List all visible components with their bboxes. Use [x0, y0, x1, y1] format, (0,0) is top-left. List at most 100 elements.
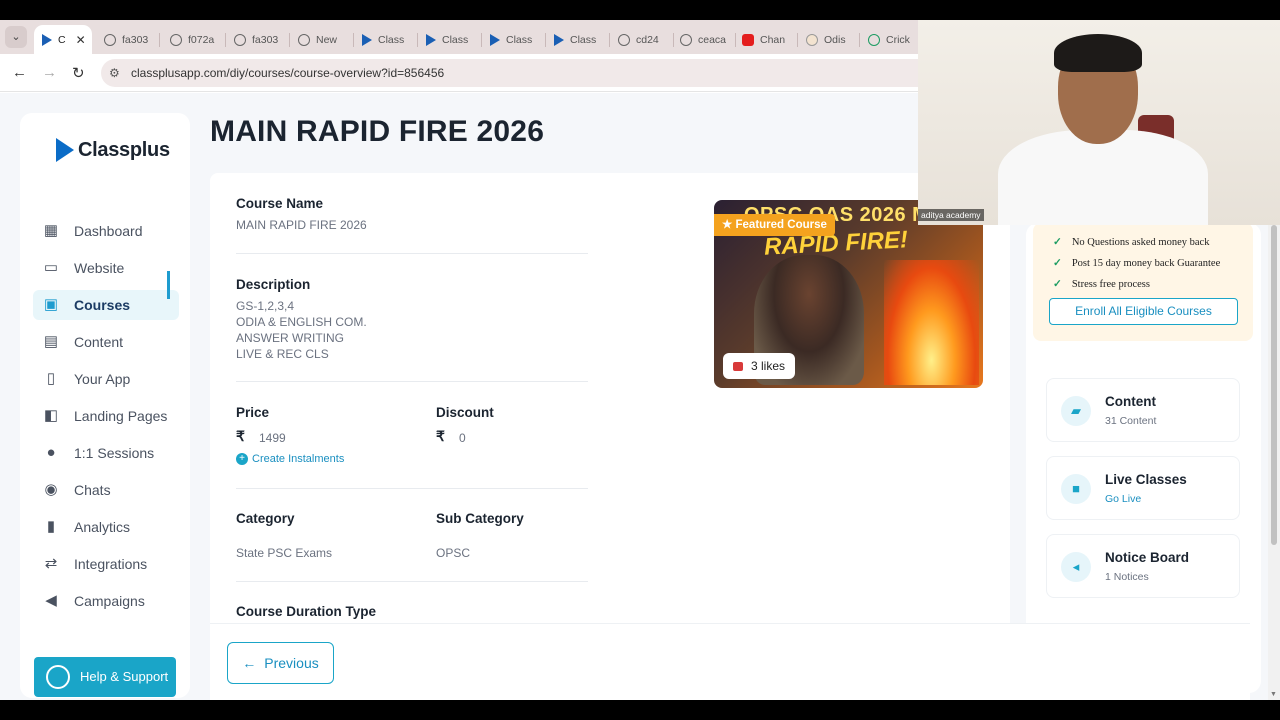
- tab-label: fa303: [122, 33, 149, 46]
- divider: [236, 581, 588, 582]
- sidebar-item-chats[interactable]: ◉ Chats: [33, 475, 179, 505]
- browser-tab[interactable]: fa303: [226, 25, 288, 54]
- browser-tab[interactable]: ceaca: [672, 25, 734, 54]
- browser-tab[interactable]: Chan: [734, 25, 796, 54]
- previous-button[interactable]: ← Previous: [227, 642, 334, 684]
- discount-label: Discount: [436, 405, 494, 420]
- go-live-link[interactable]: Go Live: [1105, 493, 1141, 505]
- address-bar[interactable]: ⚙ classplusapp.com/diy/courses/course-ov…: [101, 59, 918, 87]
- price-label: Price: [236, 405, 270, 420]
- category-value: State PSC Exams: [236, 546, 333, 560]
- sidebar-item-content[interactable]: ▤ Content: [33, 327, 179, 357]
- tab-label: Class: [506, 33, 533, 46]
- scroll-down-arrow-icon[interactable]: ▼: [1270, 691, 1277, 698]
- live-classes-card[interactable]: ■ Live Classes Go Live: [1046, 456, 1240, 520]
- course-thumbnail[interactable]: OPSC OAS 2026 MAINS RAPID FIRE! ★ Featur…: [714, 200, 983, 388]
- url-text[interactable]: classplusapp.com/diy/courses/course-over…: [131, 66, 444, 80]
- site-info-icon[interactable]: ⚙: [109, 66, 120, 80]
- classplus-icon: [554, 33, 564, 46]
- browser-tab[interactable]: New: [290, 25, 352, 54]
- category-label: Category: [236, 511, 295, 526]
- browser-tab[interactable]: Class: [546, 25, 608, 54]
- browser-tab[interactable]: cd24: [610, 25, 672, 54]
- integrations-icon: ⇄: [44, 555, 58, 572]
- headset-icon: [46, 665, 70, 689]
- content-card[interactable]: ▰ Content 31 Content: [1046, 378, 1240, 442]
- forward-arrow-icon[interactable]: →: [42, 64, 57, 81]
- screen: ⌄ C ✕ fa303 f072a fa303 New Class Class …: [0, 0, 1280, 720]
- cricbuzz-icon: [868, 33, 880, 46]
- footer-bar: ← Previous: [210, 623, 1250, 700]
- sidebar-item-sessions[interactable]: ● 1:1 Sessions: [33, 438, 179, 468]
- enroll-all-button[interactable]: Enroll All Eligible Courses: [1049, 298, 1238, 325]
- classplus-logo[interactable]: Classplus: [56, 138, 170, 162]
- browser-tab-active[interactable]: C ✕: [34, 25, 92, 54]
- tab-label: Crick: [886, 33, 910, 46]
- top-letterbox: [0, 0, 1280, 20]
- page-title: MAIN RAPID FIRE 2026: [210, 115, 545, 148]
- sub-category-label: Sub Category: [436, 511, 524, 526]
- browser-tab[interactable]: fa303: [96, 25, 158, 54]
- back-arrow-icon[interactable]: ←: [12, 64, 27, 81]
- tab-search-button[interactable]: ⌄: [5, 26, 27, 48]
- promo-line: ✓ Post 15 day money back Guarantee: [1053, 258, 1221, 269]
- tab-label: ceaca: [698, 33, 727, 46]
- help-support-button[interactable]: Help & Support: [34, 657, 176, 697]
- presenter-shirt: [998, 130, 1208, 225]
- webcam-label: aditya academy: [918, 209, 984, 221]
- browser-tab[interactable]: Class: [418, 25, 480, 54]
- divider: [236, 488, 588, 489]
- sessions-icon: ●: [46, 444, 56, 461]
- scrollbar-thumb[interactable]: [1271, 225, 1277, 545]
- course-name-value: MAIN RAPID FIRE 2026: [236, 218, 367, 232]
- globe-icon: [170, 33, 182, 46]
- browser-tab[interactable]: Crick: [860, 25, 918, 54]
- speaker-icon: ◂: [1061, 552, 1091, 582]
- sidebar-item-analytics[interactable]: ▮ Analytics: [33, 512, 179, 542]
- globe-icon: [298, 33, 310, 46]
- promo-line: ✓ No Questions asked money back: [1053, 237, 1210, 248]
- landing-pages-icon: ◧: [43, 407, 59, 424]
- tab-label: Class: [570, 33, 597, 46]
- sidebar-item-dashboard[interactable]: ▦ Dashboard: [33, 216, 179, 246]
- money-back-promo: ✓ No Questions asked money back ✓ Post 15 …: [1033, 223, 1253, 341]
- notice-board-card[interactable]: ◂ Notice Board 1 Notices: [1046, 534, 1240, 598]
- likes-badge[interactable]: 3 likes: [723, 353, 796, 379]
- sidebar-item-integrations[interactable]: ⇄ Integrations: [33, 549, 179, 579]
- courses-icon: ▣: [43, 296, 59, 313]
- check-icon: ✓: [1053, 237, 1062, 248]
- folder-icon: ▰: [1061, 396, 1091, 426]
- classplus-icon: [362, 33, 372, 46]
- divider: [236, 381, 588, 382]
- browser-tab[interactable]: Odis: [798, 25, 860, 54]
- website-icon: ▭: [43, 259, 59, 276]
- sidebar-item-website[interactable]: ▭ Website: [33, 253, 179, 283]
- chats-icon: ◉: [44, 481, 58, 498]
- sidebar-item-campaigns[interactable]: ◀ Campaigns: [33, 586, 179, 616]
- browser-tab[interactable]: Class: [354, 25, 416, 54]
- sidebar-item-courses[interactable]: ▣ Courses: [33, 290, 179, 320]
- close-tab-icon[interactable]: ✕: [76, 33, 86, 47]
- page-scrollbar[interactable]: ▼: [1268, 225, 1280, 700]
- tab-label: Chan: [760, 33, 786, 46]
- odisha-icon: [806, 33, 818, 46]
- reload-icon[interactable]: ↻: [72, 64, 85, 82]
- discount-value: 0: [459, 431, 466, 445]
- sidebar-item-landing-pages[interactable]: ◧ Landing Pages: [33, 401, 179, 431]
- classplus-icon: [42, 33, 52, 46]
- arrow-left-icon: ←: [242, 655, 257, 671]
- analytics-icon: ▮: [46, 518, 56, 535]
- browser-tab[interactable]: f072a: [162, 25, 224, 54]
- sidebar-item-your-app[interactable]: ▯ Your App: [33, 364, 179, 394]
- webcam-overlay: [918, 20, 1280, 225]
- globe-icon: [618, 33, 630, 46]
- browser-toolbar: ← → ↻ ⚙ classplusapp.com/diy/courses/cou…: [0, 54, 918, 92]
- rupee-icon: ₹: [436, 428, 445, 444]
- thumbs-up-icon: [733, 361, 743, 371]
- create-instalments-link[interactable]: + Create Instalments: [236, 453, 344, 465]
- tab-label: C: [58, 33, 66, 46]
- active-indicator: [167, 271, 170, 299]
- browser-tab[interactable]: Class: [482, 25, 544, 54]
- browser-tab-strip: ⌄ C ✕ fa303 f072a fa303 New Class Class …: [0, 20, 918, 54]
- tab-label: fa303: [252, 33, 279, 46]
